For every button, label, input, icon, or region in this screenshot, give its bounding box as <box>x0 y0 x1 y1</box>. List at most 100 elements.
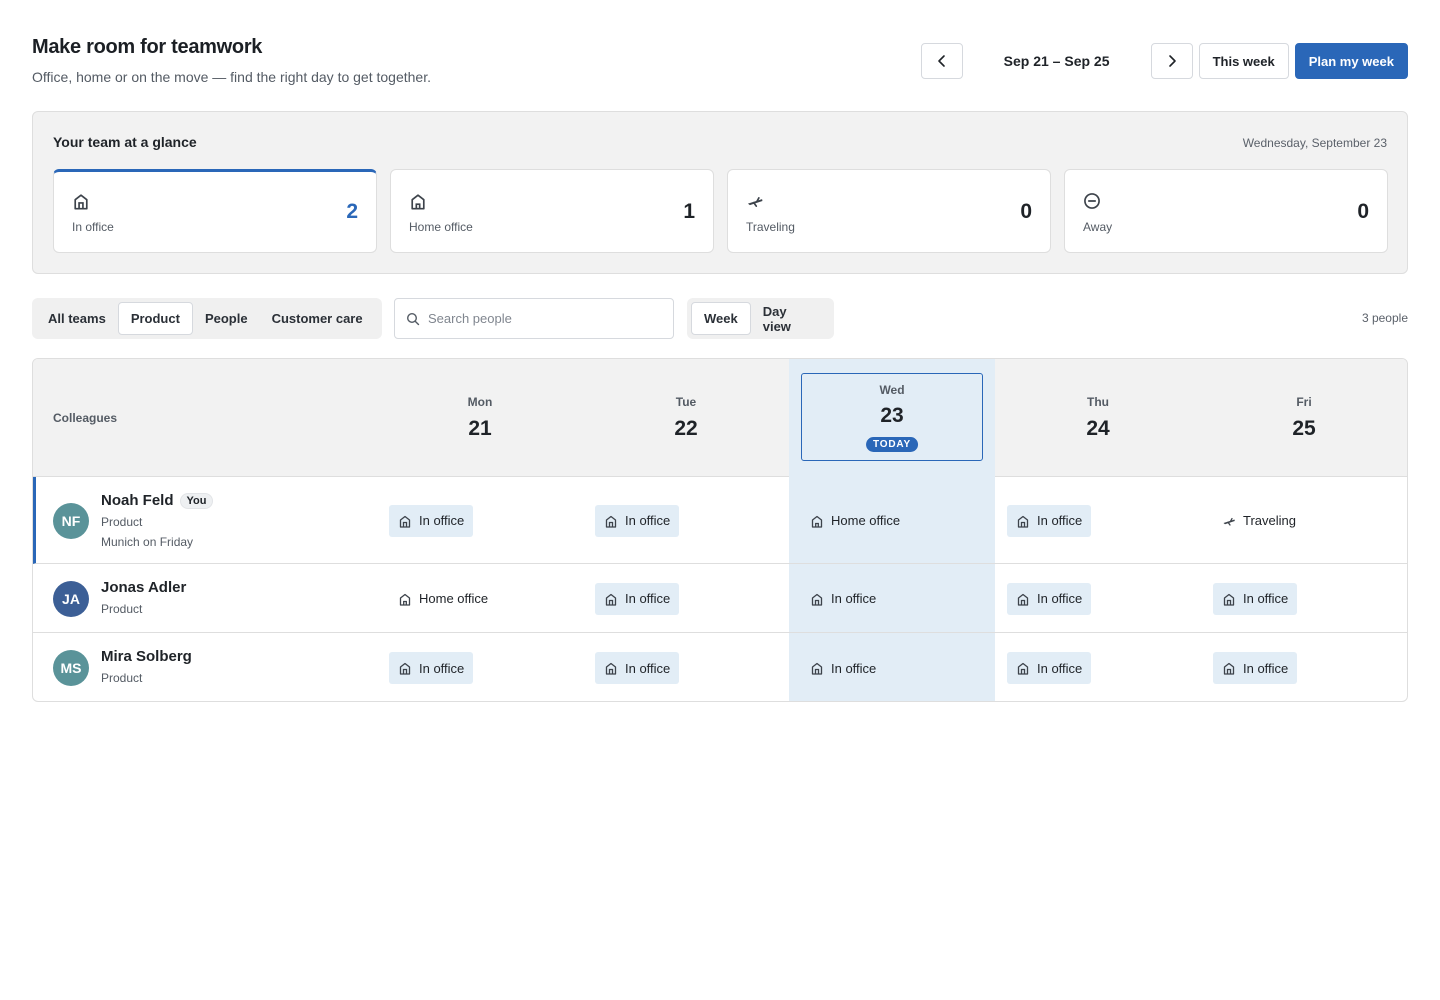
status-chip[interactable]: In office <box>1007 504 1092 537</box>
building-icon <box>605 515 617 528</box>
stat-card-home-office[interactable]: Home office 1 <box>390 169 714 253</box>
person-name-text: Noah Feld <box>101 492 174 509</box>
status-chip[interactable]: In office <box>1213 652 1298 684</box>
status-label: In office <box>625 591 671 606</box>
glance-title: Your team at a glance <box>53 134 197 150</box>
building-icon <box>1223 593 1235 606</box>
day-cell-fri: Traveling <box>1201 477 1407 563</box>
house-icon <box>811 515 823 528</box>
person-name-text: Mira Solberg <box>101 648 192 665</box>
building-icon <box>74 194 88 210</box>
team-glance-panel: Your team at a glance Wednesday, Septemb… <box>32 111 1408 274</box>
status-label: In office <box>1037 591 1083 606</box>
status-chip[interactable]: In office <box>595 504 680 537</box>
chevron-left-icon <box>937 55 945 67</box>
schedule-header: Colleagues Mon 21 Tue 22 Wed 23 TODAY Thu 24 Fri 2… <box>33 359 1407 477</box>
glance-date: Wednesday, September 23 <box>1242 136 1387 150</box>
status-label: In office <box>831 660 877 676</box>
stat-count: 1 <box>683 200 695 223</box>
status-label: In office <box>625 660 671 676</box>
status-chip[interactable]: In office <box>801 583 885 615</box>
status-chip[interactable]: In office <box>1213 582 1298 615</box>
colleagues-column-label: Colleagues <box>53 411 118 425</box>
stat-label: Traveling <box>746 220 795 234</box>
day-number: 25 <box>1292 417 1316 440</box>
team-filter: All teams Product People Customer care <box>32 298 382 339</box>
day-cell-tue: In office <box>583 564 789 632</box>
search-icon <box>406 312 420 325</box>
stat-label: Away <box>1083 220 1113 234</box>
this-week-button[interactable]: This week <box>1198 43 1289 79</box>
plane-icon <box>747 197 763 207</box>
minus-circle-icon <box>1084 193 1100 209</box>
status-label: In office <box>1037 660 1083 676</box>
team-tab-customer-care[interactable]: Customer care <box>260 302 375 335</box>
person-team: Product <box>101 515 143 529</box>
status-chip[interactable]: In office <box>595 652 680 684</box>
stat-card-in-office[interactable]: In office 2 <box>53 169 377 253</box>
day-name: Tue <box>675 395 697 409</box>
day-cell-tue: In office <box>583 477 789 563</box>
previous-week-button[interactable] <box>920 43 963 79</box>
team-tab-product[interactable]: Product <box>117 302 193 335</box>
today-badge: TODAY <box>866 437 918 452</box>
building-icon <box>811 593 823 606</box>
person-row: MS Mira Solberg Product In office In office I… <box>33 633 1407 701</box>
person-row: NF Noah Feld You Product Munich on Friday In … <box>33 477 1407 564</box>
day-cell-fri: In office <box>1201 564 1407 632</box>
day-number: 21 <box>468 417 492 440</box>
person-location-note: Munich on Friday <box>101 535 194 549</box>
stat-count: 2 <box>346 200 358 223</box>
stat-card-away[interactable]: Away 0 <box>1064 169 1388 253</box>
building-icon <box>1017 662 1029 675</box>
building-icon <box>1017 515 1029 528</box>
status-chip[interactable]: In office <box>1007 582 1092 615</box>
status-chip[interactable]: Home office <box>389 583 497 615</box>
status-chip[interactable]: In office <box>595 582 680 615</box>
team-tab-people[interactable]: People <box>193 302 260 335</box>
search-input[interactable] <box>428 311 658 326</box>
day-name: Mon <box>467 395 493 409</box>
day-header-thu: Thu 24 <box>995 359 1201 477</box>
avatar: JA <box>53 580 89 617</box>
status-label: In office <box>1243 591 1289 606</box>
status-label: Home office <box>831 513 901 528</box>
day-header-mon: Mon 21 <box>377 359 583 477</box>
status-chip[interactable]: In office <box>389 652 474 684</box>
day-number: 23 <box>880 404 904 427</box>
chevron-right-icon <box>1168 55 1176 67</box>
day-header-fri: Fri 25 <box>1201 359 1407 477</box>
stat-count: 0 <box>1020 200 1032 223</box>
person-team: Product <box>101 601 143 616</box>
stat-card-traveling[interactable]: Traveling 0 <box>727 169 1051 253</box>
avatar: NF <box>53 502 89 539</box>
plan-my-week-button[interactable]: Plan my week <box>1294 43 1408 79</box>
status-chip[interactable]: Traveling <box>1213 505 1305 537</box>
day-name: Thu <box>1087 395 1109 409</box>
team-tab-all-teams[interactable]: All teams <box>36 302 118 335</box>
day-name: Fri <box>1296 395 1312 409</box>
status-chip[interactable]: In office <box>801 652 885 684</box>
person-name: Noah Feld You <box>101 492 214 509</box>
day-cell-wed: Home office <box>789 477 995 563</box>
status-label: In office <box>419 660 465 676</box>
day-cell-mon: In office <box>377 477 583 563</box>
building-icon <box>1017 593 1029 606</box>
day-cell-mon: Home office <box>377 564 583 632</box>
day-cell-tue: In office <box>583 633 789 701</box>
person-name: Mira Solberg <box>101 648 192 665</box>
status-label: In office <box>419 513 465 528</box>
status-chip[interactable]: In office <box>1007 652 1092 684</box>
status-chip[interactable]: Home office <box>801 505 909 537</box>
building-icon <box>399 515 411 528</box>
status-label: Home office <box>419 591 489 606</box>
view-tab-day-view[interactable]: Day view <box>751 302 830 335</box>
status-label: In office <box>625 513 671 528</box>
person-row: JA Jonas Adler Product Home office In office… <box>33 564 1407 633</box>
view-tab-week[interactable]: Week <box>691 302 751 335</box>
next-week-button[interactable] <box>1150 43 1193 79</box>
week-range-label: Sep 21 – Sep 25 <box>1003 53 1110 69</box>
house-icon <box>411 194 425 210</box>
search-box[interactable] <box>394 298 674 339</box>
status-chip[interactable]: In office <box>389 504 474 537</box>
